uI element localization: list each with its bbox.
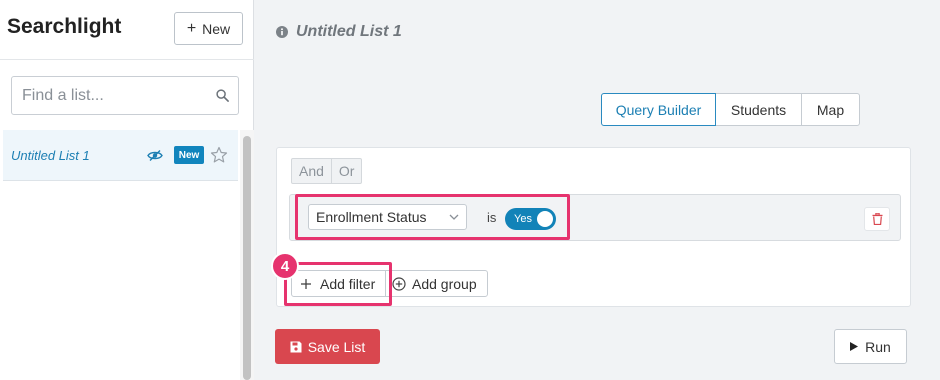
add-group-label: Add group: [412, 275, 477, 292]
list-title-bar: Untitled List 1: [276, 23, 402, 41]
tab-map[interactable]: Map: [801, 93, 860, 126]
star-icon[interactable]: [210, 146, 228, 164]
field-select[interactable]: Enrollment Status: [308, 204, 467, 230]
scroll-thumb[interactable]: [243, 136, 251, 380]
tab-students[interactable]: Students: [715, 93, 802, 126]
save-list-button[interactable]: Save List: [275, 329, 380, 364]
filter-rule: Enrollment Status is Yes: [289, 194, 901, 241]
scrollbar[interactable]: [240, 130, 254, 380]
and-button[interactable]: And: [291, 158, 332, 184]
plus-circle-icon: [392, 276, 406, 291]
value-toggle[interactable]: Yes: [505, 208, 556, 230]
view-tabs: Query Builder Students Map: [601, 93, 860, 126]
list-item[interactable]: Untitled List 1 New: [3, 130, 238, 181]
search-icon[interactable]: [216, 89, 229, 102]
app-title: Searchlight: [7, 15, 122, 38]
step-badge: 4: [271, 252, 299, 280]
list-title[interactable]: Untitled List 1: [296, 23, 402, 41]
save-list-label: Save List: [307, 338, 366, 355]
divider: [0, 59, 254, 60]
play-icon: [850, 342, 859, 351]
delete-rule-button[interactable]: [864, 207, 890, 231]
trash-icon: [872, 213, 882, 225]
tab-query-builder[interactable]: Query Builder: [601, 93, 716, 126]
field-select-value: Enrollment Status: [316, 209, 427, 225]
operator-label: is: [487, 210, 497, 225]
list-item-name[interactable]: Untitled List 1: [11, 148, 90, 163]
list-collection: Untitled List 1 New: [0, 130, 240, 380]
toggle-label: Yes: [514, 213, 532, 225]
chevron-down-icon: [449, 214, 459, 220]
run-button[interactable]: Run: [834, 329, 907, 364]
plus-icon: [301, 278, 311, 289]
combinator-toggle: And Or: [291, 158, 363, 184]
plus-icon: +: [186, 19, 197, 37]
eye-icon[interactable]: [147, 149, 163, 162]
add-group-button[interactable]: Add group: [385, 270, 488, 297]
info-icon[interactable]: [276, 26, 288, 38]
or-button[interactable]: Or: [330, 158, 363, 184]
toggle-knob: [537, 211, 553, 227]
run-label: Run: [865, 338, 891, 355]
sidebar: Searchlight + New Untitled List 1 New: [0, 0, 254, 380]
new-list-button[interactable]: + New: [174, 12, 243, 45]
save-icon: [290, 341, 302, 352]
search-input[interactable]: [12, 77, 202, 114]
new-button-label: New: [202, 20, 231, 37]
add-filter-label: Add filter: [320, 275, 376, 292]
list-search: [11, 76, 239, 115]
new-badge: New: [174, 146, 204, 164]
add-filter-button[interactable]: Add filter: [291, 270, 386, 297]
